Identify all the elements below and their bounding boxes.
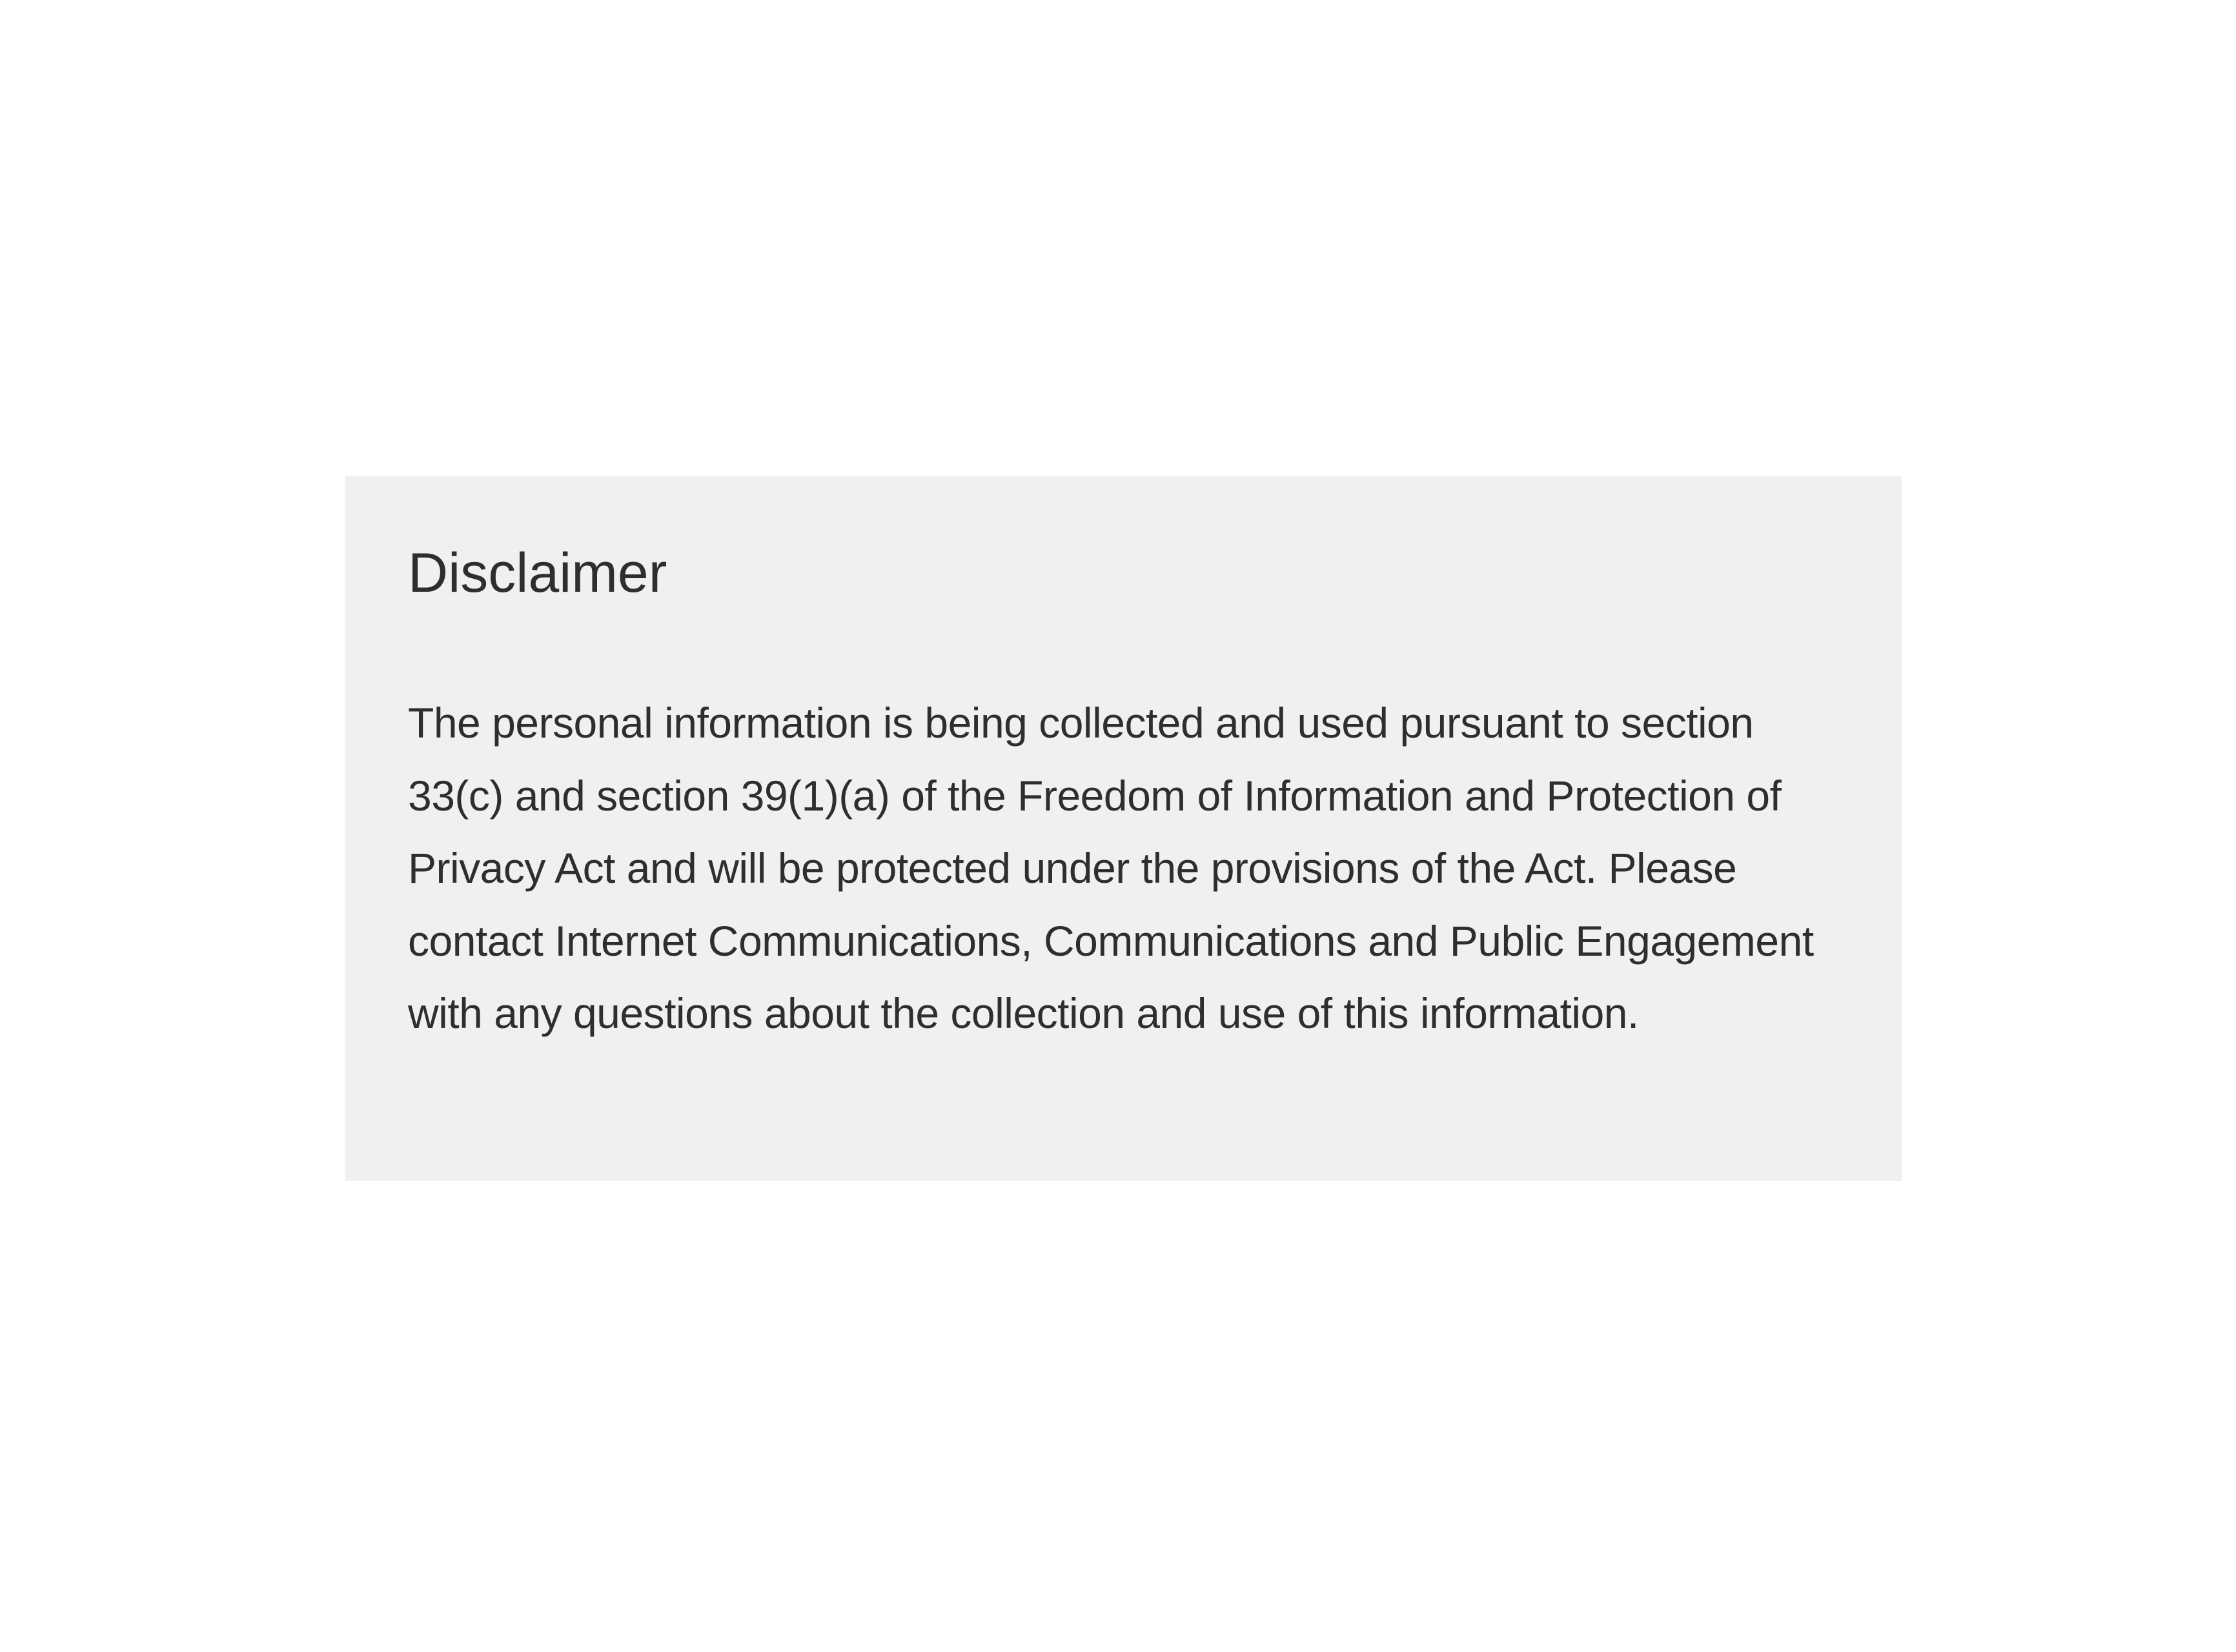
disclaimer-title: Disclaimer (408, 542, 667, 604)
disclaimer-panel: Disclaimer The personal information is b… (345, 476, 1902, 1181)
disclaimer-text: The personal information is being collec… (408, 699, 1814, 1037)
